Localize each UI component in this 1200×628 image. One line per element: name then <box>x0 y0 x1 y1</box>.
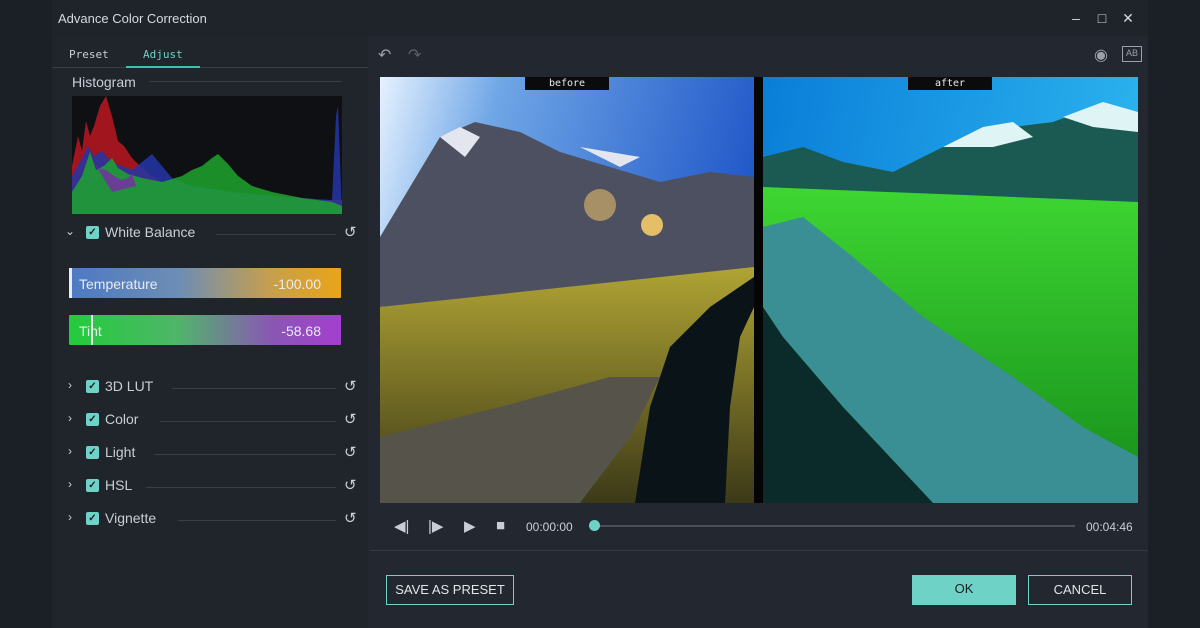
stop-icon[interactable]: ■ <box>496 517 505 534</box>
divider <box>178 520 336 521</box>
reset-icon[interactable]: ↺ <box>344 443 357 461</box>
histogram-graph <box>72 96 342 214</box>
divider <box>154 454 336 455</box>
previous-frame-icon[interactable]: ◀| <box>394 517 409 535</box>
split-divider[interactable] <box>754 77 763 503</box>
minimize-icon[interactable]: – <box>1066 8 1086 28</box>
light-label: Light <box>105 444 136 460</box>
white-balance-checkbox[interactable]: ✓ <box>86 226 99 239</box>
color-label: Color <box>105 411 139 427</box>
eye-icon[interactable]: ◉ <box>1094 45 1108 65</box>
3d-lut-checkbox[interactable]: ✓ <box>86 380 99 393</box>
reset-icon[interactable]: ↺ <box>344 410 357 428</box>
divider <box>146 487 336 488</box>
maximize-icon[interactable]: □ <box>1092 8 1112 28</box>
compare-ab-icon[interactable]: AB <box>1122 46 1142 62</box>
active-tab-indicator <box>126 66 200 68</box>
undo-icon[interactable]: ↶ <box>378 45 391 65</box>
temperature-label: Temperature <box>79 276 158 292</box>
section-color: › ✓ Color ↺ <box>62 409 362 431</box>
reset-icon[interactable]: ↺ <box>344 223 357 241</box>
total-time: 00:04:46 <box>1086 520 1133 534</box>
tab-preset[interactable]: Preset <box>69 48 109 61</box>
timeline-track[interactable] <box>595 525 1075 527</box>
chevron-right-icon[interactable]: › <box>64 378 76 392</box>
vignette-label: Vignette <box>105 510 157 526</box>
divider <box>160 421 336 422</box>
before-label: before <box>525 77 609 90</box>
reset-icon[interactable]: ↺ <box>344 476 357 494</box>
white-balance-section: ⌄ ✓ White Balance ↺ <box>62 222 362 244</box>
hsl-checkbox[interactable]: ✓ <box>86 479 99 492</box>
temperature-handle[interactable] <box>69 268 72 298</box>
after-preview: after <box>763 77 1138 503</box>
adjust-panel: Preset Adjust Histogram ⌄ ✓ White Balanc… <box>52 36 368 628</box>
color-correction-window: Advance Color Correction – □ ✕ Preset Ad… <box>52 0 1148 628</box>
save-as-preset-button[interactable]: SAVE AS PRESET <box>386 575 514 605</box>
reset-icon[interactable]: ↺ <box>344 377 357 395</box>
temperature-value: -100.00 <box>273 276 321 292</box>
vignette-checkbox[interactable]: ✓ <box>86 512 99 525</box>
next-frame-icon[interactable]: |▶ <box>428 517 443 535</box>
tint-label: Tint <box>79 323 102 339</box>
divider <box>150 81 342 82</box>
ok-button[interactable]: OK <box>912 575 1016 605</box>
redo-icon[interactable]: ↷ <box>408 45 421 65</box>
tint-value: -58.68 <box>281 323 321 339</box>
chevron-down-icon[interactable]: ⌄ <box>64 224 76 238</box>
section-light: › ✓ Light ↺ <box>62 442 362 464</box>
section-vignette: › ✓ Vignette ↺ <box>62 508 362 530</box>
tint-slider[interactable]: Tint -58.68 <box>69 315 341 345</box>
title-bar: Advance Color Correction – □ ✕ <box>52 0 1148 36</box>
reset-icon[interactable]: ↺ <box>344 509 357 527</box>
3d-lut-label: 3D LUT <box>105 378 154 394</box>
tab-bar: Preset Adjust <box>52 44 368 68</box>
section-3d-lut: › ✓ 3D LUT ↺ <box>62 376 362 398</box>
chevron-right-icon[interactable]: › <box>64 444 76 458</box>
divider <box>172 388 336 389</box>
section-hsl: › ✓ HSL ↺ <box>62 475 362 497</box>
temperature-slider[interactable]: Temperature -100.00 <box>69 268 341 298</box>
chevron-right-icon[interactable]: › <box>64 510 76 524</box>
divider <box>216 234 336 235</box>
chevron-right-icon[interactable]: › <box>64 477 76 491</box>
color-checkbox[interactable]: ✓ <box>86 413 99 426</box>
playhead[interactable] <box>589 520 600 531</box>
window-title: Advance Color Correction <box>58 11 207 26</box>
play-icon[interactable]: ▶ <box>464 517 476 535</box>
before-preview: before <box>380 77 754 503</box>
current-time: 00:00:00 <box>526 520 573 534</box>
chevron-right-icon[interactable]: › <box>64 411 76 425</box>
histogram-label: Histogram <box>72 74 136 90</box>
hsl-label: HSL <box>105 477 133 493</box>
white-balance-label: White Balance <box>105 224 196 240</box>
close-icon[interactable]: ✕ <box>1118 8 1138 28</box>
after-label: after <box>908 77 992 90</box>
cancel-button[interactable]: CANCEL <box>1028 575 1132 605</box>
light-checkbox[interactable]: ✓ <box>86 446 99 459</box>
tab-adjust[interactable]: Adjust <box>143 48 183 61</box>
preview-area: before after <box>380 77 1138 503</box>
